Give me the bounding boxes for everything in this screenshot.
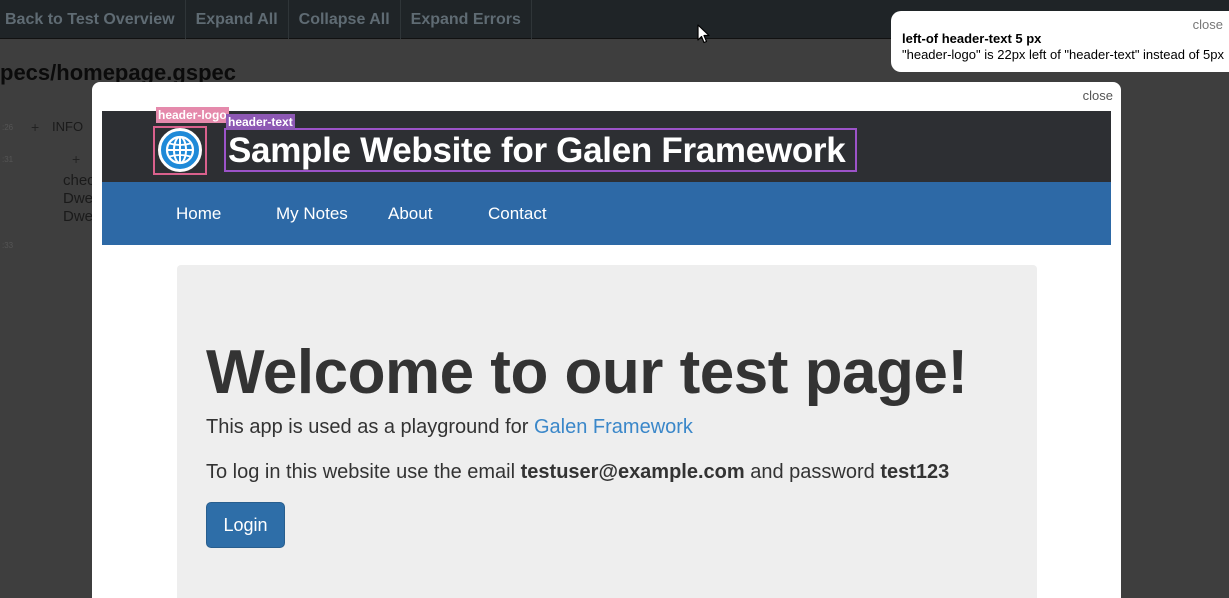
login-instructions: To log in this website use the email tes…	[206, 461, 949, 484]
intro-text: This app is used as a playground for	[206, 416, 529, 438]
timestamp: :31	[2, 155, 14, 164]
tooltip-close-button[interactable]: close	[1193, 17, 1223, 32]
login-instructions-prefix: To log in this website use the email	[206, 461, 516, 483]
expand-plus-icon[interactable]: +	[72, 151, 80, 167]
header-text-highlight-label: header-text	[226, 114, 295, 130]
back-to-overview-button[interactable]: Back to Test Overview	[0, 0, 186, 39]
login-instructions-middle: and password	[750, 461, 875, 483]
nav-my-notes[interactable]: My Notes	[276, 204, 348, 224]
welcome-panel: Welcome to our test page! This app is us…	[177, 265, 1037, 598]
screenshot-modal: close Sample Website for Galen Framework…	[92, 82, 1121, 598]
expand-all-button[interactable]: Expand All	[186, 0, 289, 39]
header-text-highlight	[224, 128, 857, 172]
info-label: INFO	[52, 119, 84, 134]
mouse-cursor-icon	[697, 24, 711, 49]
test-email: testuser@example.com	[520, 461, 745, 483]
nav-home[interactable]: Home	[176, 204, 221, 224]
expand-plus-icon[interactable]: +	[31, 119, 39, 135]
timestamp: :33	[2, 241, 14, 250]
test-password: test123	[880, 461, 950, 483]
site-nav: Home My Notes About Contact	[102, 182, 1111, 245]
validation-error-tooltip: close left-of header-text 5 px "header-l…	[891, 11, 1229, 72]
login-button[interactable]: Login	[206, 502, 285, 548]
tooltip-title: left-of header-text 5 px	[902, 31, 1042, 46]
timestamp: :26	[2, 123, 14, 132]
tooltip-message: "header-logo" is 22px left of "header-te…	[902, 47, 1224, 62]
intro-paragraph: This app is used as a playground for Gal…	[206, 416, 693, 439]
welcome-heading: Welcome to our test page!	[206, 338, 968, 407]
expand-errors-button[interactable]: Expand Errors	[401, 0, 532, 39]
nav-contact[interactable]: Contact	[488, 204, 547, 224]
galen-framework-link[interactable]: Galen Framework	[534, 416, 693, 438]
nav-about[interactable]: About	[388, 204, 432, 224]
report-text-fragment: Dwe	[63, 208, 94, 225]
collapse-all-button[interactable]: Collapse All	[289, 0, 401, 39]
modal-close-button[interactable]: close	[1083, 88, 1113, 103]
header-logo-highlight	[153, 126, 207, 175]
header-logo-highlight-label: header-logo	[156, 107, 229, 123]
report-text-fragment: Dwe	[63, 190, 94, 207]
report-text-fragment: chec	[63, 172, 95, 189]
